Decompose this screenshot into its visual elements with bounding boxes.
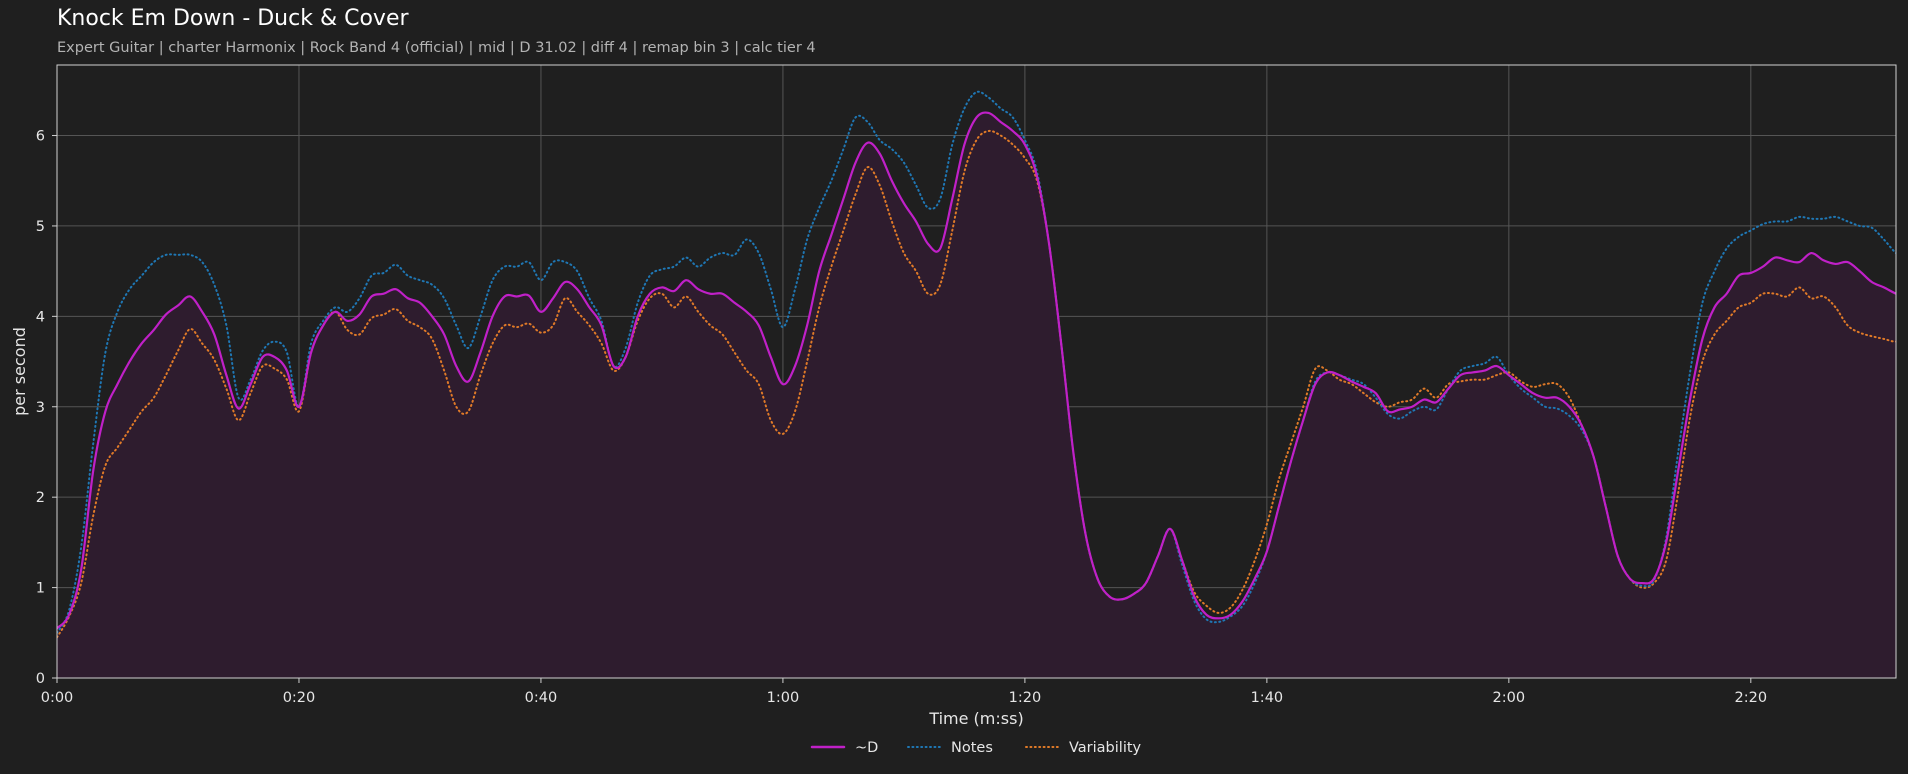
x-tick-label: 2:00	[1493, 690, 1526, 706]
x-axis-label: Time (m:ss)	[928, 709, 1023, 728]
legend-label: ~D	[855, 740, 878, 756]
y-tick-label: 1	[36, 581, 45, 597]
x-tick-label: 0:40	[525, 690, 558, 706]
y-tick-label: 2	[36, 490, 45, 506]
x-tick-label: 1:40	[1251, 690, 1284, 706]
y-tick-label: 6	[36, 129, 45, 145]
chart-area: 0:00 0:20 0:40 1:00 1:20 1:40 2:00 2:200123456 …	[10, 64, 1897, 756]
y-tick-label: 0	[36, 671, 45, 687]
series-layer	[57, 90, 1896, 678]
y-tick-label: 5	[36, 219, 45, 235]
legend: ~D Notes Variability	[810, 740, 1142, 756]
x-tick-label: 1:20	[1009, 690, 1042, 706]
series-area-fill	[57, 112, 1896, 678]
y-axis-label: per second	[10, 327, 29, 416]
x-tick-label: 0:20	[283, 690, 316, 706]
y-tick-label: 4	[36, 309, 45, 325]
x-tick-label: 1:00	[767, 690, 800, 706]
x-tick-label: 0:00	[41, 690, 74, 706]
x-tick-label: 2:20	[1735, 690, 1768, 706]
legend-label: Variability	[1069, 740, 1142, 756]
y-tick-label: 3	[36, 400, 45, 416]
legend-label: Notes	[951, 740, 993, 756]
